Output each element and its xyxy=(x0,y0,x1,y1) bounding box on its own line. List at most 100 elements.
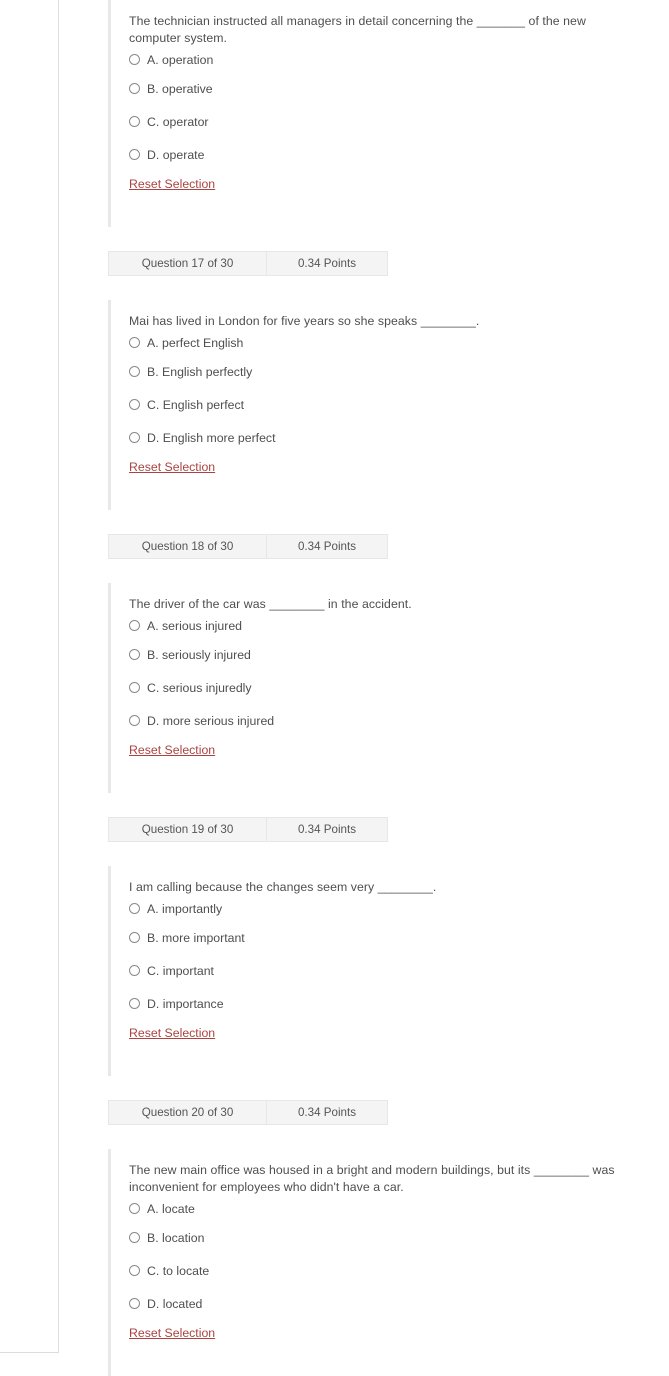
content-left-gutter xyxy=(60,0,108,1360)
question-points-label: 0.34 Points xyxy=(297,257,356,270)
question-bar-spacer xyxy=(108,559,669,583)
radio-button-icon[interactable] xyxy=(129,998,140,1009)
answer-option[interactable]: C. operator xyxy=(129,105,669,138)
course-menu-rail-bottom-divider xyxy=(0,1352,59,1353)
question-stem: The new main office was housed in a brig… xyxy=(129,1163,615,1194)
radio-button-icon[interactable] xyxy=(129,399,140,410)
answer-option-list: A. locate B. location C. to locate D. locat… xyxy=(129,1196,669,1320)
question-number-label: Question 19 of 30 xyxy=(109,818,267,841)
answer-option[interactable]: A. serious injured xyxy=(129,613,669,638)
question-stem: The technician instructed all managers i… xyxy=(129,14,586,45)
answer-option[interactable]: D. more serious injured xyxy=(129,704,669,737)
answer-option-label: D. located xyxy=(147,1296,203,1311)
reset-selection-link[interactable]: Reset Selection xyxy=(129,177,215,192)
radio-button-icon[interactable] xyxy=(129,682,140,693)
answer-option-label: A. operation xyxy=(147,52,214,67)
answer-option-label: B. seriously injured xyxy=(147,647,251,662)
answer-option[interactable]: C. English perfect xyxy=(129,388,669,421)
answer-option-label: D. more serious injured xyxy=(147,713,275,728)
answer-option-label: C. to locate xyxy=(147,1263,210,1278)
answer-option[interactable]: A. locate xyxy=(129,1196,669,1221)
question-block: The new main office was housed in a brig… xyxy=(108,1149,669,1376)
question-number-label: Question 20 of 30 xyxy=(109,1101,267,1124)
question-number-label: Question 17 of 30 xyxy=(109,252,267,275)
answer-option[interactable]: D. operate xyxy=(129,138,669,171)
question-block: The technician instructed all managers i… xyxy=(108,0,669,227)
question-number-label: Question 18 of 30 xyxy=(109,535,267,558)
reset-selection-link[interactable]: Reset Selection xyxy=(129,460,215,475)
answer-option-list: A. serious injured B. seriously injured C.… xyxy=(129,613,669,737)
quiz-content-area: The technician instructed all managers i… xyxy=(108,0,669,1376)
question-points-label: 0.34 Points xyxy=(297,1106,356,1119)
radio-button-icon[interactable] xyxy=(129,1232,140,1243)
answer-option[interactable]: B. location xyxy=(129,1221,669,1254)
reset-selection-link[interactable]: Reset Selection xyxy=(129,743,215,758)
answer-option[interactable]: A. operation xyxy=(129,47,669,72)
answer-option[interactable]: C. to locate xyxy=(129,1254,669,1287)
answer-option[interactable]: C. important xyxy=(129,954,669,987)
radio-button-icon[interactable] xyxy=(129,715,140,726)
question-block-tail xyxy=(129,193,669,227)
question-points-label: 0.34 Points xyxy=(297,540,356,553)
radio-button-icon[interactable] xyxy=(129,620,140,631)
answer-option-label: B. operative xyxy=(147,81,213,96)
question-bar-spacer xyxy=(108,1125,669,1149)
answer-option-label: C. operator xyxy=(147,114,209,129)
question-block: Mai has lived in London for five years s… xyxy=(108,300,669,510)
answer-option-label: A. perfect English xyxy=(147,335,244,350)
radio-button-icon[interactable] xyxy=(129,1265,140,1276)
answer-option[interactable]: B. operative xyxy=(129,72,669,105)
answer-option-label: D. English more perfect xyxy=(147,430,276,445)
answer-option[interactable]: D. located xyxy=(129,1287,669,1320)
answer-option-label: D. operate xyxy=(147,147,205,162)
answer-option-label: A. serious injured xyxy=(147,618,243,633)
radio-button-icon[interactable] xyxy=(129,83,140,94)
radio-button-icon[interactable] xyxy=(129,1203,140,1214)
question-bar-spacer xyxy=(108,842,669,866)
question-header-bar: Question 20 of 30 0.34 Points xyxy=(108,1100,388,1125)
answer-option-label: B. English perfectly xyxy=(147,364,253,379)
radio-button-icon[interactable] xyxy=(129,149,140,160)
radio-button-icon[interactable] xyxy=(129,1298,140,1309)
answer-option[interactable]: B. seriously injured xyxy=(129,638,669,671)
answer-option[interactable]: A. importantly xyxy=(129,896,669,921)
answer-option[interactable]: B. English perfectly xyxy=(129,355,669,388)
radio-button-icon[interactable] xyxy=(129,337,140,348)
question-header-bar: Question 17 of 30 0.34 Points xyxy=(108,251,388,276)
answer-option-label: C. English perfect xyxy=(147,397,245,412)
question-block-tail xyxy=(129,1042,669,1076)
answer-option[interactable]: A. perfect English xyxy=(129,330,669,355)
radio-button-icon[interactable] xyxy=(129,366,140,377)
question-block-tail xyxy=(129,476,669,510)
question-block: The driver of the car was ________ in th… xyxy=(108,583,669,793)
answer-option-list: A. perfect English B. English perfectly C.… xyxy=(129,330,669,454)
radio-button-icon[interactable] xyxy=(129,965,140,976)
answer-option[interactable]: D. importance xyxy=(129,987,669,1020)
question-bar-spacer xyxy=(108,793,669,817)
answer-option-label: D. importance xyxy=(147,996,224,1011)
radio-button-icon[interactable] xyxy=(129,432,140,443)
reset-selection-link[interactable]: Reset Selection xyxy=(129,1326,215,1341)
radio-button-icon[interactable] xyxy=(129,932,140,943)
question-bar-spacer xyxy=(108,510,669,534)
question-block-tail xyxy=(129,759,669,793)
question-header-bar: Question 19 of 30 0.34 Points xyxy=(108,817,388,842)
answer-option-label: A. locate xyxy=(147,1201,195,1216)
radio-button-icon[interactable] xyxy=(129,649,140,660)
answer-option-label: A. importantly xyxy=(147,901,223,916)
radio-button-icon[interactable] xyxy=(129,903,140,914)
answer-option-list: A. importantly B. more important C. import… xyxy=(129,896,669,1020)
question-bar-spacer xyxy=(108,1076,669,1100)
course-menu-rail[interactable] xyxy=(0,0,59,1352)
reset-selection-link[interactable]: Reset Selection xyxy=(129,1026,215,1041)
answer-option-label: C. important xyxy=(147,963,214,978)
radio-button-icon[interactable] xyxy=(129,116,140,127)
answer-option[interactable]: C. serious injuredly xyxy=(129,671,669,704)
answer-option[interactable]: D. English more perfect xyxy=(129,421,669,454)
answer-option-label: C. serious injuredly xyxy=(147,680,252,695)
question-stem: The driver of the car was ________ in th… xyxy=(129,597,412,611)
question-block-tail xyxy=(129,1342,669,1376)
answer-option[interactable]: B. more important xyxy=(129,921,669,954)
radio-button-icon[interactable] xyxy=(129,54,140,65)
answer-option-label: B. more important xyxy=(147,930,245,945)
